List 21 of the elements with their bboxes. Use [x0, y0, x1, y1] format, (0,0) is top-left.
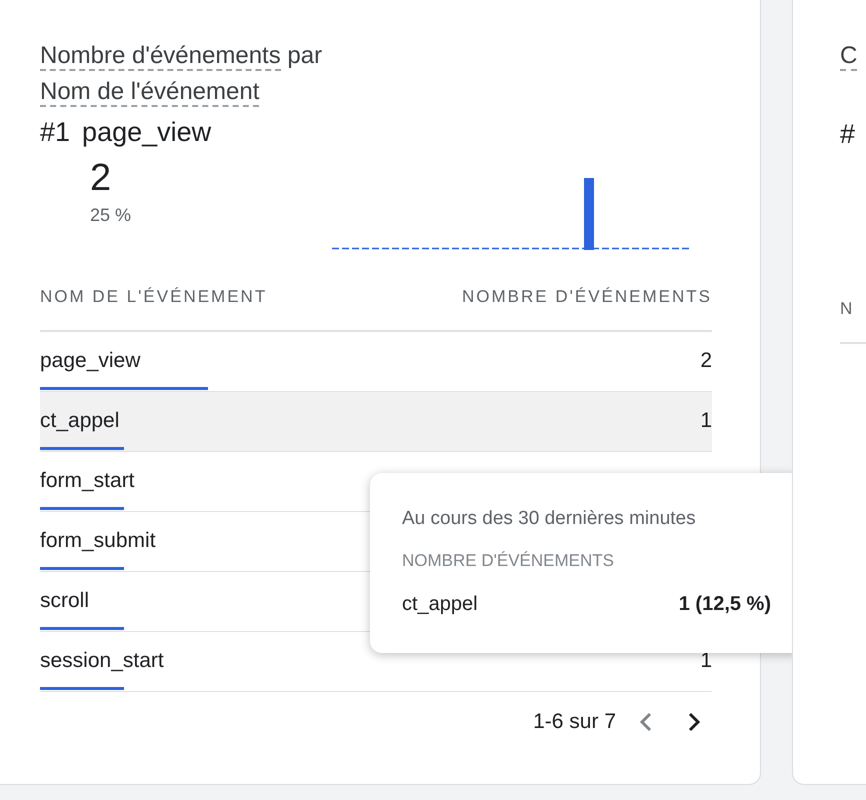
event-name: ct_appel [40, 408, 120, 434]
top-event-count: 2 [90, 156, 112, 201]
top-event-name: page_view [82, 116, 212, 149]
column-header: N [840, 296, 866, 344]
tooltip-metric: NOMBRE D'ÉVÉNEMENTS [402, 550, 615, 572]
rank-label: # [840, 118, 856, 151]
rank-label: #1 [40, 116, 70, 149]
event-count: 1 [700, 648, 712, 674]
tooltip-value: 1 (12,5 %) [678, 592, 771, 617]
title-text: par [287, 42, 322, 69]
event-name: scroll [40, 588, 90, 614]
column-header: NOM DE L'ÉVÉNEMENT [40, 286, 268, 308]
tooltip-event-name: ct_appel [402, 592, 478, 617]
event-name: form_submit [40, 528, 156, 554]
event-count: 1 [700, 408, 712, 434]
event-count: 2 [700, 348, 712, 374]
event-name: page_view [40, 348, 140, 374]
event-name: form_start [40, 468, 135, 494]
top-event-share: 25 % [90, 204, 132, 227]
pagination-range: 1-6 sur 7 [533, 709, 616, 736]
event-name: session_start [40, 648, 164, 674]
